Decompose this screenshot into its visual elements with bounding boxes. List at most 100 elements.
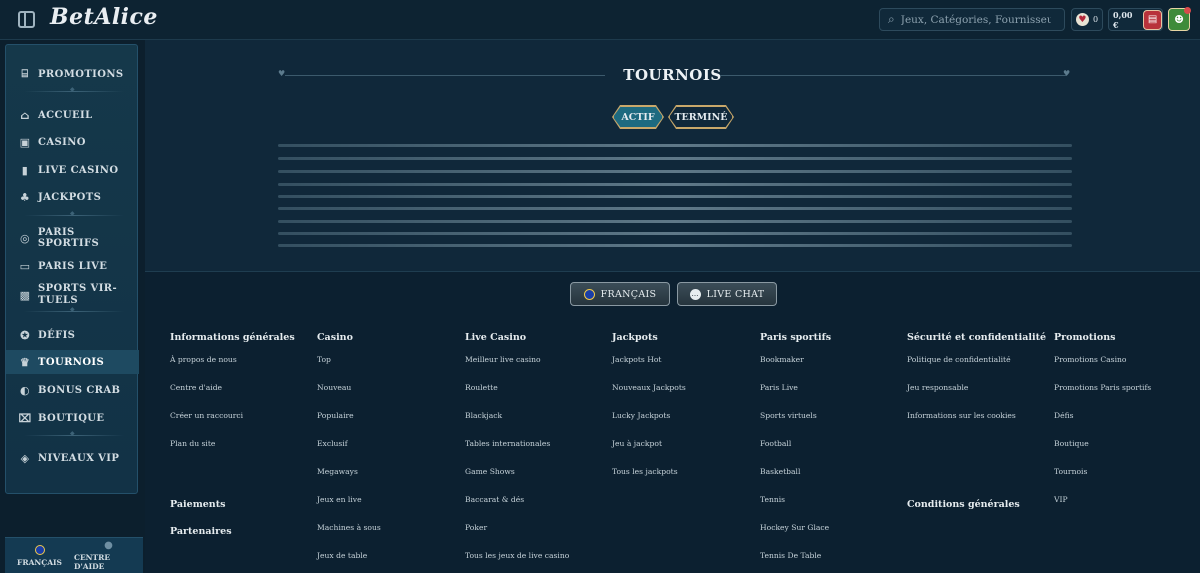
footer-link[interactable]: Jeu à jackpot <box>612 439 752 467</box>
footer-section-conditions[interactable]: Conditions générales <box>907 499 1020 510</box>
user-account-button[interactable]: ☻ <box>1168 7 1191 31</box>
sidebar-item-label: BOUTIQUE <box>38 412 105 424</box>
footer-link[interactable]: Nouveaux Jackpots <box>612 383 752 411</box>
footer-column-informations: Informations générales À propos de nous … <box>170 332 310 467</box>
label-line-1: SPORTS VIR- <box>38 283 118 294</box>
sidebar-item-casino[interactable]: ▣ CASINO <box>6 130 139 154</box>
help-center-link[interactable]: ● CENTRE D'AIDE <box>74 538 143 573</box>
footer-link[interactable]: Jackpots Hot <box>612 355 752 383</box>
footer-link[interactable]: Poker <box>465 523 605 551</box>
sidebar-item-bonus-crab[interactable]: ◐ BONUS CRAB <box>6 378 139 402</box>
footer-link[interactable]: Jeu responsable <box>907 383 1047 411</box>
site-logo[interactable]: BetAlice <box>50 4 158 30</box>
sidebar-item-tournois[interactable]: ♛ TOURNOIS <box>6 350 139 374</box>
slot-machine-icon: ▣ <box>19 135 31 149</box>
footer-link[interactable]: Basketball <box>760 467 900 495</box>
top-header: BetAlice ⌕ ♥ 0 0,00 € ▤ ☻ <box>0 0 1200 40</box>
footer-link[interactable]: Tennis De Table <box>760 551 900 573</box>
ball-icon: ◎ <box>19 231 30 245</box>
footer-column-paris-sportifs: Paris sportifs Bookmaker Paris Live Spor… <box>760 332 900 573</box>
live-badge-icon: ▭ <box>19 259 31 273</box>
footer-link[interactable]: Créer un raccourci <box>170 411 310 439</box>
sidebar-item-defis[interactable]: ✪ DÉFIS <box>6 323 139 347</box>
footer-link[interactable]: Boutique <box>1054 439 1194 467</box>
footer-section-partenaires[interactable]: Partenaires <box>170 526 232 537</box>
footer-section-paiements[interactable]: Paiements <box>170 499 225 510</box>
footer-link[interactable]: Lucky Jackpots <box>612 411 752 439</box>
footer-link[interactable]: Sports virtuels <box>760 411 900 439</box>
sidebar-item-promotions[interactable]: ⌸ PROMOTIONS <box>6 62 139 86</box>
loading-placeholder-line <box>278 195 1072 198</box>
footer-link[interactable]: Défis <box>1054 411 1194 439</box>
footer-link[interactable]: Hockey Sur Glace <box>760 523 900 551</box>
footer-link[interactable]: Nouveau <box>317 383 457 411</box>
footer-link[interactable]: Jeux en live <box>317 495 457 523</box>
footer-link[interactable]: Tournois <box>1054 467 1194 495</box>
footer-link[interactable]: Politique de confidentialité <box>907 355 1047 383</box>
search-input[interactable] <box>900 13 1051 26</box>
sidebar-item-sports-virtuels[interactable]: ▩ SPORTS VIR- TUELS <box>6 281 139 309</box>
search-box[interactable]: ⌕ <box>879 8 1065 31</box>
footer-link[interactable]: À propos de nous <box>170 355 310 383</box>
footer-column-securite: Sécurité et confidentialité Politique de… <box>907 332 1047 439</box>
footer-link[interactable]: Machines à sous <box>317 523 457 551</box>
sidebar-item-paris-sportifs[interactable]: ◎ PARIS SPORTIFS <box>6 226 139 250</box>
language-label: FRANÇAIS <box>17 557 62 567</box>
tab-termine[interactable]: TERMINÉ <box>669 106 733 128</box>
loading-placeholder-line <box>278 157 1072 160</box>
favorites-count: 0 <box>1092 15 1099 24</box>
live-chat-button[interactable]: … LIVE CHAT <box>677 282 777 306</box>
footer-link[interactable]: Blackjack <box>465 411 605 439</box>
gift-icon: ⌸ <box>21 67 29 80</box>
footer-link[interactable]: Tennis <box>760 495 900 523</box>
footer-link[interactable]: VIP <box>1054 495 1194 523</box>
sidebar-item-niveaux-vip[interactable]: ◈ NIVEAUX VIP <box>6 446 139 470</box>
footer-link[interactable]: Baccarat & dés <box>465 495 605 523</box>
clover-icon: ♣ <box>19 190 31 204</box>
footer-link[interactable]: Tous les jackpots <box>612 467 752 495</box>
sidebar-item-live-casino[interactable]: ▮ LIVE CASINO <box>6 158 139 182</box>
sidebar-item-jackpots[interactable]: ♣ JACKPOTS <box>6 185 139 209</box>
footer-link[interactable]: Plan du site <box>170 439 310 467</box>
sidebar-item-paris-live[interactable]: ▭ PARIS LIVE <box>6 254 139 278</box>
footer-link[interactable]: Roulette <box>465 383 605 411</box>
footer-link[interactable]: Populaire <box>317 411 457 439</box>
favorites-button[interactable]: ♥ 0 <box>1071 8 1103 31</box>
sidebar-item-accueil[interactable]: ⌂ ACCUEIL <box>6 103 139 127</box>
loading-placeholder-line <box>278 220 1072 223</box>
column-title: Promotions <box>1054 332 1116 343</box>
footer-link[interactable]: Informations sur les cookies <box>907 411 1047 439</box>
sidebar-toggle-icon[interactable] <box>18 11 35 28</box>
footer-link[interactable]: Meilleur live casino <box>465 355 605 383</box>
footer-link[interactable]: Tables internationales <box>465 439 605 467</box>
balance-button[interactable]: 0,00 € ▤ <box>1108 8 1163 31</box>
wallet-icon[interactable]: ▤ <box>1143 9 1162 30</box>
footer-link[interactable]: Football <box>760 439 900 467</box>
sidebar-menu: ⌸ PROMOTIONS ⌂ ACCUEIL ▣ CASINO ▮ LIVE C… <box>5 44 139 494</box>
sidebar-item-label: LIVE CASINO <box>38 164 119 176</box>
sidebar-item-label: PARIS LIVE <box>38 260 108 272</box>
tab-actif[interactable]: ACTIF <box>613 106 663 128</box>
footer-link[interactable]: Exclusif <box>317 439 457 467</box>
footer-link[interactable]: Centre d'aide <box>170 383 310 411</box>
language-label: FRANÇAIS <box>600 288 657 300</box>
footer-link[interactable]: Promotions Casino <box>1054 355 1194 383</box>
language-selector[interactable]: FRANÇAIS <box>5 538 74 573</box>
footer-link[interactable]: Jeux de table <box>317 551 457 573</box>
sidebar-item-label: BONUS CRAB <box>38 384 121 396</box>
loading-placeholder-line <box>278 244 1072 247</box>
sidebar-item-boutique[interactable]: ⌧ BOUTIQUE <box>6 406 139 430</box>
footer-link[interactable]: Megaways <box>317 467 457 495</box>
footer-language-button[interactable]: FRANÇAIS <box>570 282 670 306</box>
column-title: Casino <box>317 332 353 343</box>
footer-column-jackpots: Jackpots Jackpots Hot Nouveaux Jackpots … <box>612 332 752 495</box>
user-icon: ☻ <box>1174 13 1184 26</box>
footer-link[interactable]: Paris Live <box>760 383 900 411</box>
footer-link[interactable]: Tous les jeux de live casino <box>465 551 605 573</box>
heart-ornament-icon: ♥ <box>1063 69 1071 78</box>
footer-link[interactable]: Top <box>317 355 457 383</box>
footer-link[interactable]: Bookmaker <box>760 355 900 383</box>
footer-link[interactable]: Game Shows <box>465 467 605 495</box>
sidebar-divider <box>24 430 124 437</box>
footer-link[interactable]: Promotions Paris sportifs <box>1054 383 1194 411</box>
